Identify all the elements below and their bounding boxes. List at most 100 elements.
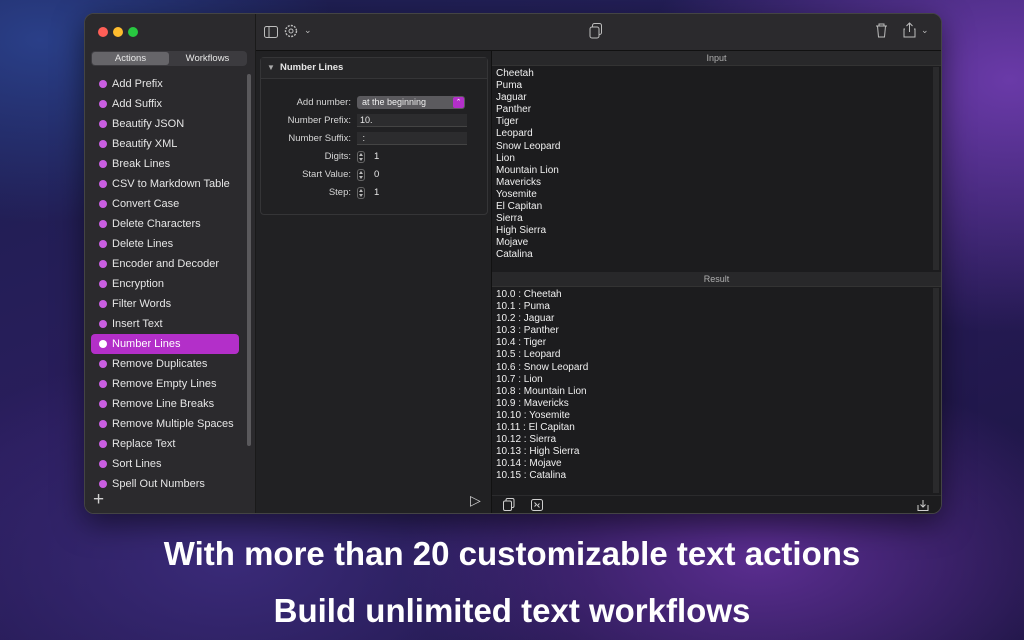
action-dot-icon: [99, 400, 107, 408]
text-line: 10.15 : Catalina: [496, 470, 567, 482]
action-item-label: Number Lines: [112, 338, 181, 350]
action-item-beautify-json[interactable]: Beautify JSON: [91, 114, 239, 134]
text-line: Mavericks: [496, 176, 542, 188]
trash-icon[interactable]: [875, 23, 888, 43]
action-item-delete-lines[interactable]: Delete Lines: [91, 234, 239, 254]
action-item-beautify-xml[interactable]: Beautify XML: [91, 134, 239, 154]
action-item-add-prefix[interactable]: Add Prefix: [91, 74, 239, 94]
action-dot-icon: [99, 200, 107, 208]
action-dot-icon: [99, 80, 107, 88]
action-list: Add Prefix Add Suffix Beautify JSON Beau…: [91, 74, 239, 494]
action-item-encryption[interactable]: Encryption: [91, 274, 239, 294]
text-line: Yosemite: [496, 188, 537, 200]
save-icon[interactable]: [917, 498, 929, 511]
text-line: Catalina: [496, 249, 533, 261]
copy-icon[interactable]: [589, 23, 603, 44]
group-title: Number Lines: [280, 62, 344, 73]
action-item-encoder-and-decoder[interactable]: Encoder and Decoder: [91, 254, 239, 274]
action-item-remove-duplicates[interactable]: Remove Duplicates: [91, 354, 239, 374]
add-number-value: at the beginning: [362, 97, 427, 107]
result-text-area[interactable]: 10.0 : Cheetah 10.1 : Puma 10.2 : Jaguar…: [496, 289, 931, 489]
tab-workflows[interactable]: Workflows: [169, 52, 246, 65]
text-line: High Sierra: [496, 225, 547, 237]
sidebar-scrollbar[interactable]: [247, 74, 251, 446]
add-number-select[interactable]: at the beginning ⌃: [357, 96, 465, 109]
text-line: Tiger: [496, 116, 519, 128]
action-item-label: Filter Words: [112, 298, 172, 310]
sidebar-mode-segmented-control: Actions Workflows: [91, 51, 247, 66]
action-dot-icon: [99, 120, 107, 128]
action-item-label: Spell Out Numbers: [112, 478, 205, 490]
action-item-label: Delete Lines: [112, 238, 174, 250]
gear-icon[interactable]: [284, 24, 298, 43]
action-dot-icon: [99, 180, 107, 188]
chevron-down-icon[interactable]: ⌄: [921, 25, 929, 36]
group-header[interactable]: ▼ Number Lines: [261, 58, 487, 79]
action-item-number-lines[interactable]: Number Lines: [91, 334, 239, 354]
number-suffix-field[interactable]: :: [357, 132, 467, 145]
action-dot-icon: [99, 320, 107, 328]
chevron-down-icon[interactable]: ⌄: [304, 25, 312, 36]
action-item-sort-lines[interactable]: Sort Lines: [91, 454, 239, 474]
action-item-replace-text[interactable]: Replace Text: [91, 434, 239, 454]
action-item-spell-out-numbers[interactable]: Spell Out Numbers: [91, 474, 239, 494]
digits-row: Digits: 1: [261, 149, 487, 165]
replace-input-icon[interactable]: [531, 498, 543, 511]
text-line: 10.3 : Panther: [496, 325, 559, 337]
text-line: 10.1 : Puma: [496, 301, 550, 313]
text-line: Cheetah: [496, 68, 534, 79]
text-line: Lion: [496, 152, 515, 164]
action-item-delete-characters[interactable]: Delete Characters: [91, 214, 239, 234]
text-line: 10.12 : Sierra: [496, 434, 557, 446]
minimize-window-button[interactable]: [113, 27, 123, 37]
action-item-convert-case[interactable]: Convert Case: [91, 194, 239, 214]
text-line: Sierra: [496, 213, 523, 225]
action-item-remove-line-breaks[interactable]: Remove Line Breaks: [91, 394, 239, 414]
copy-result-icon[interactable]: [503, 498, 515, 511]
input-text-area[interactable]: Cheetah Puma Jaguar Panther Tiger Leopar…: [496, 68, 931, 268]
tab-actions[interactable]: Actions: [92, 52, 169, 65]
digits-stepper[interactable]: [357, 151, 365, 163]
action-item-remove-multiple-spaces[interactable]: Remove Multiple Spaces: [91, 414, 239, 434]
add-number-row: Add number: at the beginning ⌃: [261, 95, 487, 111]
action-dot-icon: [99, 100, 107, 108]
number-prefix-label: Number Prefix:: [287, 115, 351, 126]
action-item-label: Add Prefix: [112, 78, 163, 90]
action-item-label: Convert Case: [112, 198, 180, 210]
start-value-label: Start Value:: [302, 169, 351, 180]
action-item-csv-to-markdown-table[interactable]: CSV to Markdown Table: [91, 174, 239, 194]
action-dot-icon: [99, 240, 107, 248]
action-item-add-suffix[interactable]: Add Suffix: [91, 94, 239, 114]
sidebar-toggle-icon[interactable]: [264, 25, 278, 43]
action-dot-icon: [99, 460, 107, 468]
action-item-filter-words[interactable]: Filter Words: [91, 294, 239, 314]
text-line: 10.11 : El Capitan: [496, 422, 575, 434]
close-window-button[interactable]: [98, 27, 108, 37]
digits-label: Digits:: [324, 151, 351, 162]
plus-icon[interactable]: +: [93, 490, 104, 509]
number-suffix-label: Number Suffix:: [288, 133, 351, 144]
caption-line-1: With more than 20 customizable text acti…: [163, 535, 861, 572]
step-stepper[interactable]: [357, 187, 365, 199]
text-line: El Capitan: [496, 201, 543, 213]
action-dot-icon: [99, 380, 107, 388]
action-dot-icon: [99, 280, 107, 288]
step-value: 1: [374, 187, 380, 198]
disclosure-triangle-icon[interactable]: ▼: [267, 58, 275, 78]
zoom-window-button[interactable]: [128, 27, 138, 37]
action-item-remove-empty-lines[interactable]: Remove Empty Lines: [91, 374, 239, 394]
result-scrollbar[interactable]: [933, 288, 939, 493]
play-icon[interactable]: ▷: [470, 492, 481, 509]
start-value-stepper[interactable]: [357, 169, 365, 181]
share-icon[interactable]: [903, 22, 916, 43]
action-item-label: Encoder and Decoder: [112, 258, 220, 270]
step-row: Step: 1: [261, 185, 487, 201]
app-window: Actions Workflows Add Prefix Add Suffix …: [84, 13, 942, 514]
action-item-label: Insert Text: [112, 318, 163, 330]
text-line: Puma: [496, 80, 523, 92]
action-item-insert-text[interactable]: Insert Text: [91, 314, 239, 334]
action-item-break-lines[interactable]: Break Lines: [91, 154, 239, 174]
input-scrollbar[interactable]: [933, 67, 939, 270]
text-line: 10.0 : Cheetah: [496, 289, 562, 300]
number-prefix-field[interactable]: 10.: [357, 114, 467, 127]
